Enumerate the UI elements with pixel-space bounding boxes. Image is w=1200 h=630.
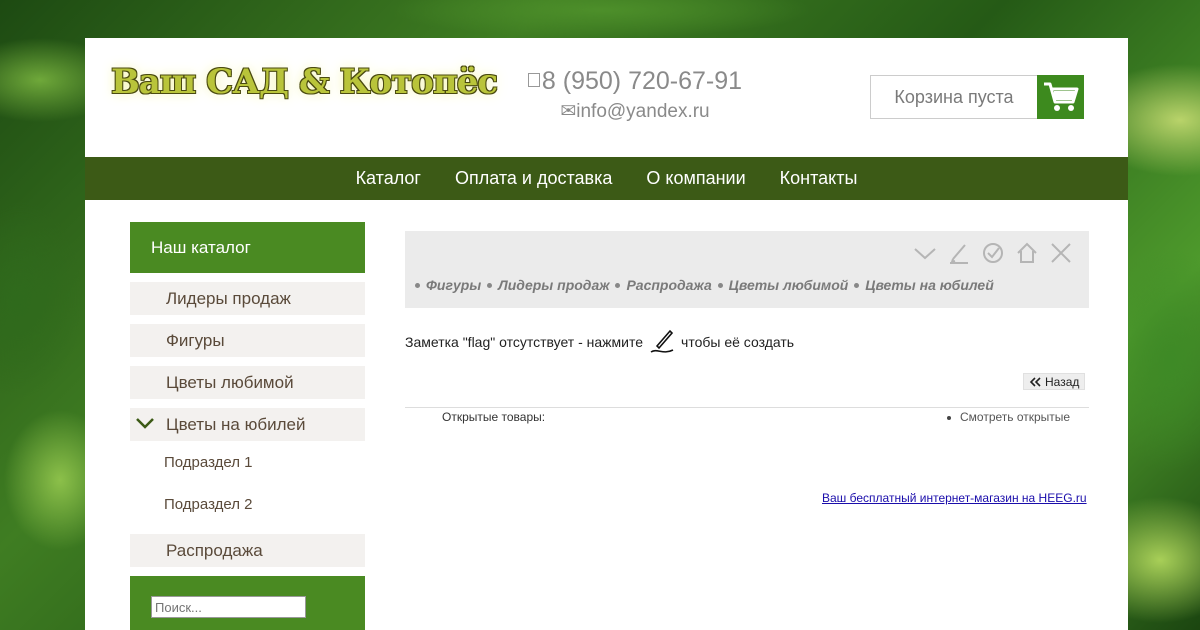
email-text[interactable]: info@yandex.ru	[576, 101, 709, 122]
cart-status-label[interactable]: Корзина пуста	[870, 75, 1037, 119]
close-icon[interactable]	[1049, 241, 1073, 265]
search-panel	[130, 576, 365, 630]
contact-block: 8 (950) 720-67-91 ✉info@yandex.ru	[485, 66, 785, 123]
bullet-icon	[947, 415, 951, 420]
toolbar-icons	[913, 241, 1073, 265]
shopping-cart-icon	[1043, 82, 1078, 111]
chevron-down-icon[interactable]	[136, 417, 154, 429]
bullet-icon	[717, 282, 723, 288]
nav-item-about[interactable]: О компании	[629, 168, 762, 189]
category-links: Фигуры Лидеры продаж Распродажа Цветы лю…	[413, 277, 994, 293]
sidebar-subitem-2[interactable]: Подраздел 2	[130, 483, 365, 525]
email-address[interactable]: ✉info@yandex.ru	[485, 100, 785, 123]
mail-icon: ✉	[560, 101, 577, 122]
phone-number: 8 (950) 720-67-91	[485, 66, 785, 96]
crumb-flowers-anniversary[interactable]: Цветы на юбилей	[865, 277, 994, 293]
crumb-figures[interactable]: Фигуры	[426, 277, 481, 293]
sidebar-item-label: Фигуры	[166, 330, 225, 350]
pencil-icon[interactable]	[947, 241, 971, 265]
sidebar-item-label: Лидеры продаж	[166, 288, 291, 308]
note-text-after: чтобы её создать	[681, 334, 795, 350]
back-button[interactable]: Назад	[1023, 373, 1086, 390]
heeg-footer-link[interactable]: Ваш бесплатный интернет-магазин на HEEG.…	[822, 491, 1087, 505]
sidebar-item-sale[interactable]: Распродажа	[130, 534, 365, 567]
opened-products-label: Открытые товары:	[442, 410, 546, 424]
sidebar-item-label: Цветы на юбилей	[166, 414, 306, 434]
site-logo[interactable]: Ваш САД & Котопёс	[111, 62, 498, 102]
search-input[interactable]	[151, 596, 306, 618]
check-circle-icon[interactable]	[981, 241, 1005, 265]
crumb-bestsellers[interactable]: Лидеры продаж	[498, 277, 609, 293]
nav-item-contacts[interactable]: Контакты	[763, 168, 875, 189]
create-note-icon[interactable]	[649, 328, 675, 356]
nav-item-payment-delivery[interactable]: Оплата и доставка	[438, 168, 629, 189]
page-container: Ваш САД & Котопёс 8 (950) 720-67-91 ✉inf…	[85, 38, 1128, 630]
sidebar-item-label: Цветы любимой	[166, 372, 294, 392]
double-chevron-left-icon	[1029, 376, 1041, 387]
catalog-sidebar: Наш каталог Лидеры продаж Фигуры Цветы л…	[130, 222, 365, 630]
nav-item-catalog[interactable]: Каталог	[339, 168, 438, 189]
view-opened-link[interactable]: Смотреть открытые	[947, 410, 1070, 424]
back-label: Назад	[1045, 374, 1080, 389]
phone-text: 8 (950) 720-67-91	[541, 67, 743, 95]
sidebar-subitem-1[interactable]: Подраздел 1	[130, 441, 365, 483]
bullet-icon	[615, 282, 621, 288]
main-nav: Каталог Оплата и доставка О компании Кон…	[85, 157, 1128, 200]
content-toolbar: Фигуры Лидеры продаж Распродажа Цветы лю…	[405, 231, 1089, 308]
catalog-title: Наш каталог	[130, 222, 365, 273]
note-text-before: Заметка "flag" отсутствует - нажмите	[405, 334, 644, 350]
crumb-sale[interactable]: Распродажа	[626, 277, 711, 293]
sidebar-item-figures[interactable]: Фигуры	[130, 324, 365, 357]
cart-widget[interactable]: Корзина пуста	[870, 75, 1084, 119]
phone-icon	[527, 73, 540, 87]
bullet-icon	[487, 282, 493, 288]
sidebar-item-bestsellers[interactable]: Лидеры продаж	[130, 282, 365, 315]
sidebar-item-flowers-anniversary[interactable]: Цветы на юбилей	[130, 408, 365, 441]
divider	[405, 407, 1089, 408]
chevron-down-icon[interactable]	[913, 241, 937, 265]
bullet-icon	[415, 282, 420, 288]
sidebar-item-label: Распродажа	[166, 540, 263, 560]
sidebar-item-flowers-beloved[interactable]: Цветы любимой	[130, 366, 365, 399]
home-icon[interactable]	[1015, 241, 1039, 265]
cart-button[interactable]	[1037, 75, 1084, 119]
bullet-icon	[854, 282, 860, 288]
note-message: Заметка "flag" отсутствует - нажмите что…	[405, 328, 794, 356]
crumb-flowers-beloved[interactable]: Цветы любимой	[729, 277, 849, 293]
view-opened-label[interactable]: Смотреть открытые	[960, 410, 1070, 424]
